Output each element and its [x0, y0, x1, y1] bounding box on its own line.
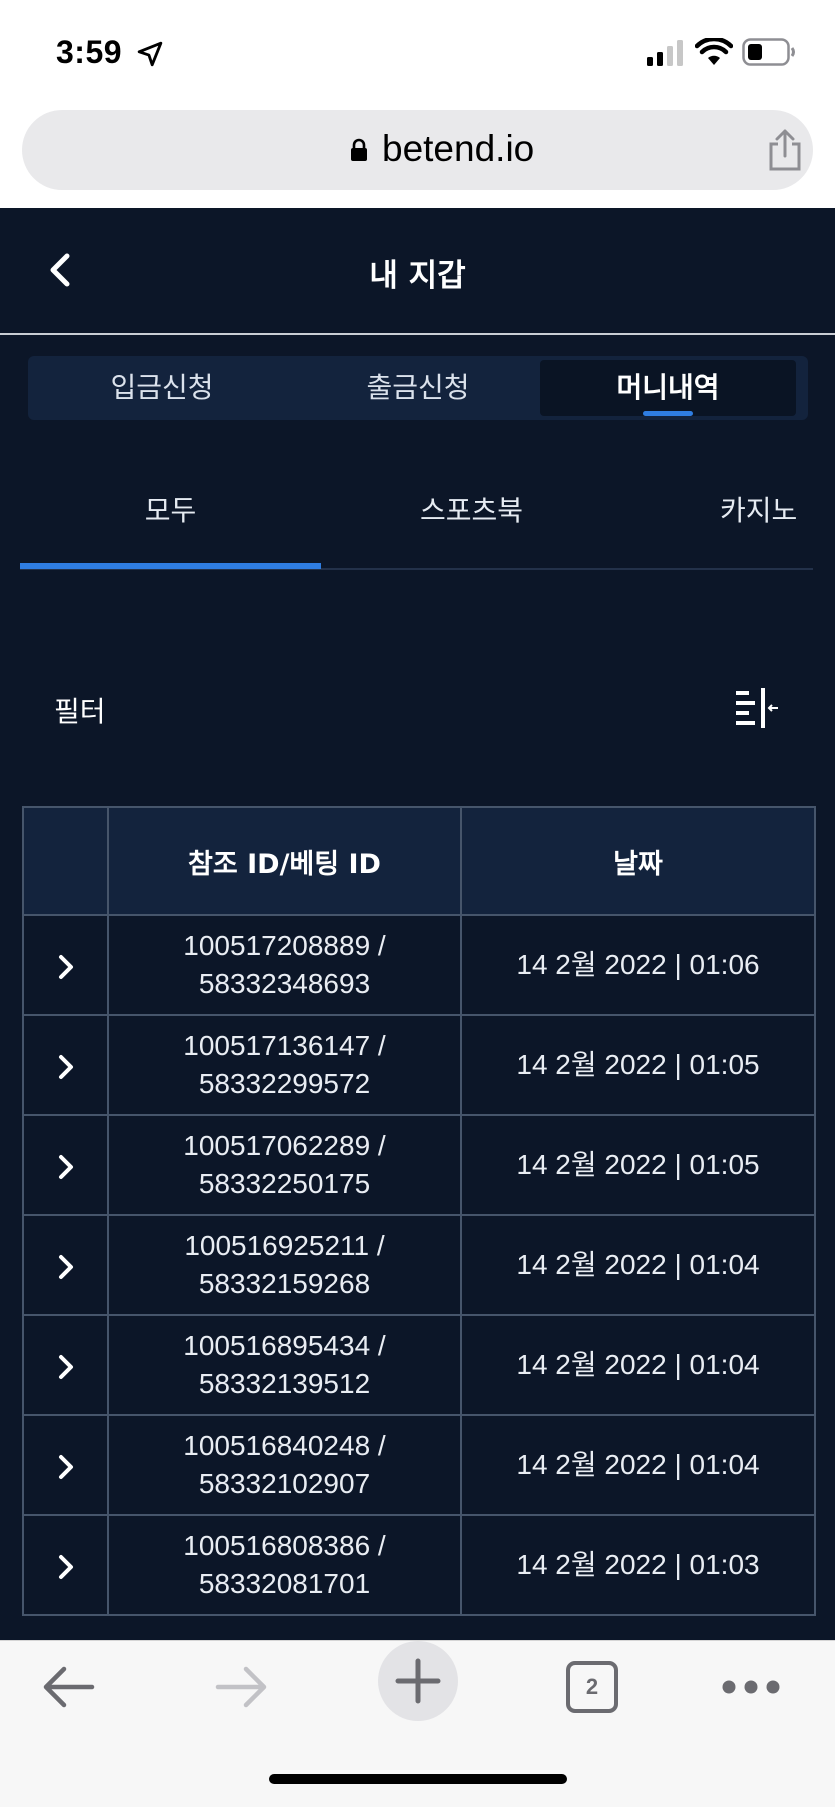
bet-id: 58332139512 — [198, 1368, 371, 1399]
row-expand-cell[interactable] — [22, 1514, 109, 1616]
row-expand-cell[interactable] — [22, 1214, 109, 1316]
battery-icon — [742, 38, 795, 66]
tab-label: 머니내역 — [616, 371, 720, 404]
plus-icon — [395, 1658, 441, 1704]
filter-toggle-icon[interactable] — [736, 688, 780, 728]
chevron-right-icon — [58, 1354, 73, 1379]
row-expand-cell[interactable] — [22, 1114, 109, 1216]
bet-id: 58332081701 — [198, 1568, 371, 1599]
row-expand-cell[interactable] — [22, 914, 109, 1016]
date-cell: 14 2월 2022 | 01:04 — [460, 1314, 816, 1416]
chevron-right-icon — [58, 1454, 73, 1479]
chevron-right-icon — [58, 954, 73, 979]
reference-id: 100517208889 / — [183, 930, 386, 961]
active-tab-indicator — [643, 411, 693, 416]
row-expand-cell[interactable] — [22, 1314, 109, 1416]
status-time: 3:59 — [56, 34, 123, 70]
new-tab-button[interactable] — [378, 1641, 458, 1721]
table-row[interactable]: 100516895434 / 58332139512 14 2월 2022 | 01… — [22, 1314, 816, 1416]
table-row[interactable]: 100516840248 / 58332102907 14 2월 2022 | 01… — [22, 1414, 816, 1516]
reference-id: 100516895434 / — [183, 1330, 386, 1361]
bet-id: 58332299572 — [198, 1068, 371, 1099]
reference-bet-id-cell: 100516895434 / 58332139512 — [107, 1314, 462, 1416]
money-history-table: 참조 ID/베팅 ID 날짜 100517208889 / 58332348693… — [22, 806, 816, 1616]
table-row[interactable]: 100516808386 / 58332081701 14 2월 2022 | 01… — [22, 1514, 816, 1616]
location-arrow-icon — [137, 41, 163, 67]
reference-bet-id-cell: 100517136147 / 58332299572 — [107, 1014, 462, 1116]
browser-forward-icon[interactable] — [214, 1663, 270, 1711]
browser-address-area: betend.io — [0, 104, 835, 208]
subtab-label: 카지노 — [720, 494, 798, 527]
address-bar[interactable]: betend.io — [22, 110, 813, 190]
tab-label: 출금신청 — [366, 371, 470, 404]
tab-withdraw-request[interactable]: 출금신청 — [290, 360, 546, 416]
date-cell: 14 2월 2022 | 01:04 — [460, 1414, 816, 1516]
chevron-right-icon — [58, 1254, 73, 1279]
date-cell: 14 2월 2022 | 01:04 — [460, 1214, 816, 1316]
table-row[interactable]: 100517208889 / 58332348693 14 2월 2022 | 01… — [22, 914, 816, 1016]
row-expand-cell[interactable] — [22, 1014, 109, 1116]
tab-label: 입금신청 — [110, 371, 214, 404]
reference-bet-id-cell: 100517062289 / 58332250175 — [107, 1114, 462, 1216]
row-expand-cell[interactable] — [22, 1414, 109, 1516]
bet-id: 58332159268 — [198, 1268, 371, 1299]
column-header-expand — [22, 806, 109, 916]
tab-money-history[interactable]: 머니내역 — [540, 360, 796, 416]
reference-bet-id-cell: 100516840248 / 58332102907 — [107, 1414, 462, 1516]
column-header-reference-id: 참조 ID/베팅 ID — [107, 806, 462, 916]
reference-id: 100516925211 / — [184, 1230, 385, 1261]
tab-switcher-button[interactable]: 2 — [566, 1661, 618, 1713]
date-cell: 14 2월 2022 | 01:06 — [460, 914, 816, 1016]
reference-id: 100516840248 / — [183, 1430, 386, 1461]
sub-tab-bar: 모두 스포츠북 카지노 — [0, 458, 835, 578]
subtab-label: 스포츠북 — [419, 494, 524, 527]
reference-id: 100516808386 / — [183, 1530, 386, 1561]
wallet-page: 내 지갑 입금신청 출금신청 머니내역 모두 스포츠북 카지노 필터 참조 ID… — [0, 208, 835, 1640]
wifi-icon — [695, 38, 733, 65]
table-row[interactable]: 100517062289 / 58332250175 14 2월 2022 | 01… — [22, 1114, 816, 1216]
active-subtab-indicator — [20, 563, 321, 569]
date-cell: 14 2월 2022 | 01:05 — [460, 1114, 816, 1216]
tab-deposit-request[interactable]: 입금신청 — [34, 360, 290, 416]
reference-id: 100517062289 / — [183, 1130, 386, 1161]
chevron-right-icon — [58, 1054, 73, 1079]
page-header: 내 지갑 — [0, 208, 835, 334]
table-row[interactable]: 100516925211 / 58332159268 14 2월 2022 | 01… — [22, 1214, 816, 1316]
cellular-signal-icon — [647, 40, 683, 66]
subtab-label: 모두 — [144, 494, 197, 527]
chevron-right-icon — [58, 1154, 73, 1179]
subtab-casino[interactable]: 카지노 — [720, 458, 835, 558]
column-header-date: 날짜 — [460, 806, 816, 916]
main-tab-bar: 입금신청 출금신청 머니내역 — [28, 356, 808, 420]
table-header-row: 참조 ID/베팅 ID 날짜 — [22, 806, 816, 916]
reference-bet-id-cell: 100516808386 / 58332081701 — [107, 1514, 462, 1616]
table-row[interactable]: 100517136147 / 58332299572 14 2월 2022 | 01… — [22, 1014, 816, 1116]
subtab-all[interactable]: 모두 — [20, 458, 321, 558]
header-divider — [0, 333, 835, 335]
date-cell: 14 2월 2022 | 01:03 — [460, 1514, 816, 1616]
bet-id: 58332348693 — [198, 968, 371, 999]
url-text: betend.io — [382, 128, 535, 169]
lock-icon — [351, 138, 367, 161]
page-title: 내 지갑 — [369, 258, 466, 294]
filter-label[interactable]: 필터 — [54, 690, 106, 730]
date-cell: 14 2월 2022 | 01:05 — [460, 1014, 816, 1116]
chevron-right-icon — [58, 1554, 73, 1579]
reference-id: 100517136147 / — [183, 1030, 386, 1061]
subtab-sportsbook[interactable]: 스포츠북 — [321, 458, 622, 558]
reference-bet-id-cell: 100517208889 / 58332348693 — [107, 914, 462, 1016]
bet-id: 58332250175 — [198, 1168, 371, 1199]
share-icon[interactable] — [766, 128, 804, 172]
more-options-icon[interactable] — [720, 1677, 782, 1697]
reference-bet-id-cell: 100516925211 / 58332159268 — [107, 1214, 462, 1316]
status-bar: 3:59 — [0, 0, 835, 104]
home-indicator — [269, 1774, 567, 1784]
bet-id: 58332102907 — [198, 1468, 371, 1499]
browser-back-icon[interactable] — [40, 1663, 96, 1711]
